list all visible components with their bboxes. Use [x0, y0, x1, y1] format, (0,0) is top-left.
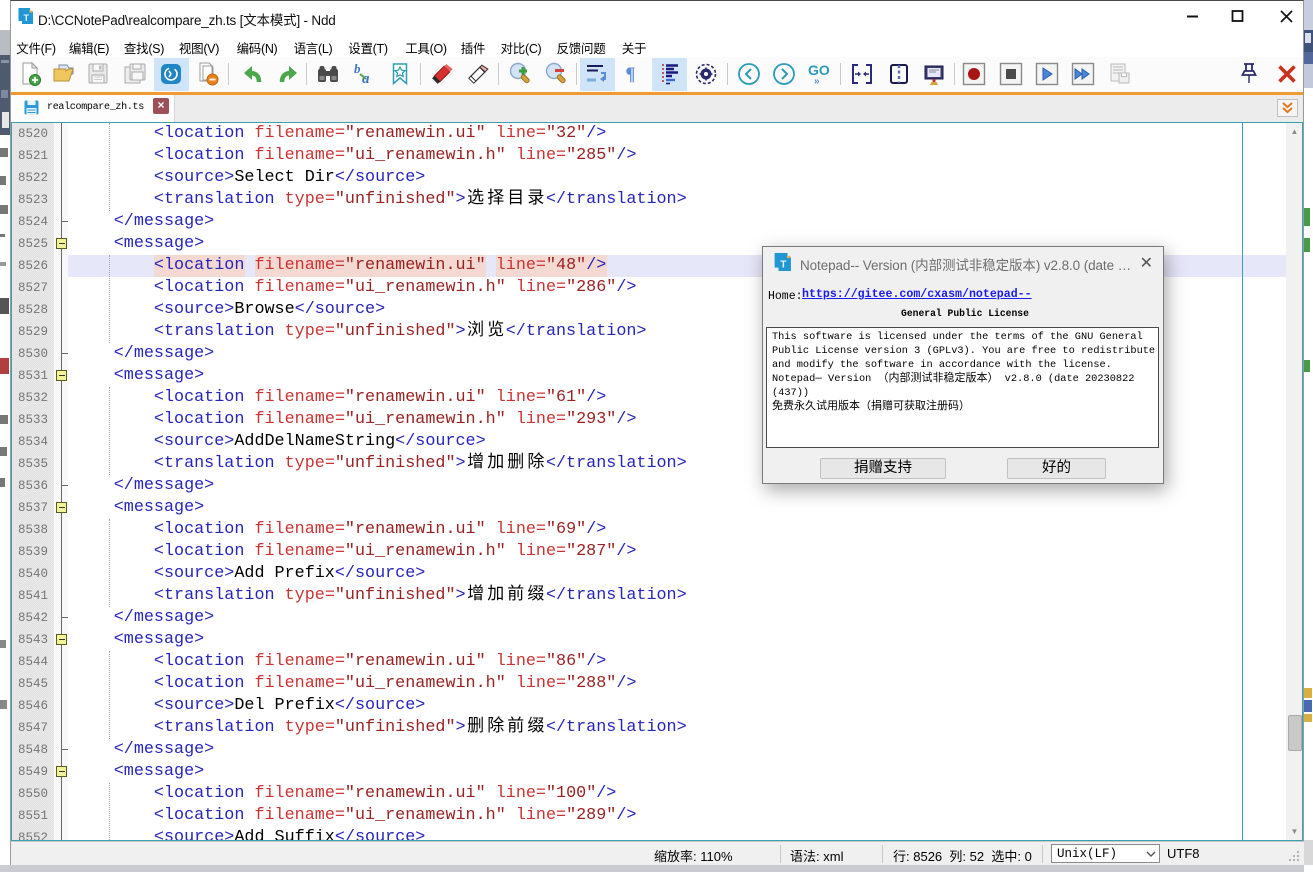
svg-text:b: b	[354, 61, 361, 76]
svg-text:»: »	[814, 76, 820, 87]
svg-text:¶: ¶	[625, 64, 635, 85]
svg-text:T: T	[24, 13, 30, 23]
svg-text:T: T	[780, 260, 787, 271]
